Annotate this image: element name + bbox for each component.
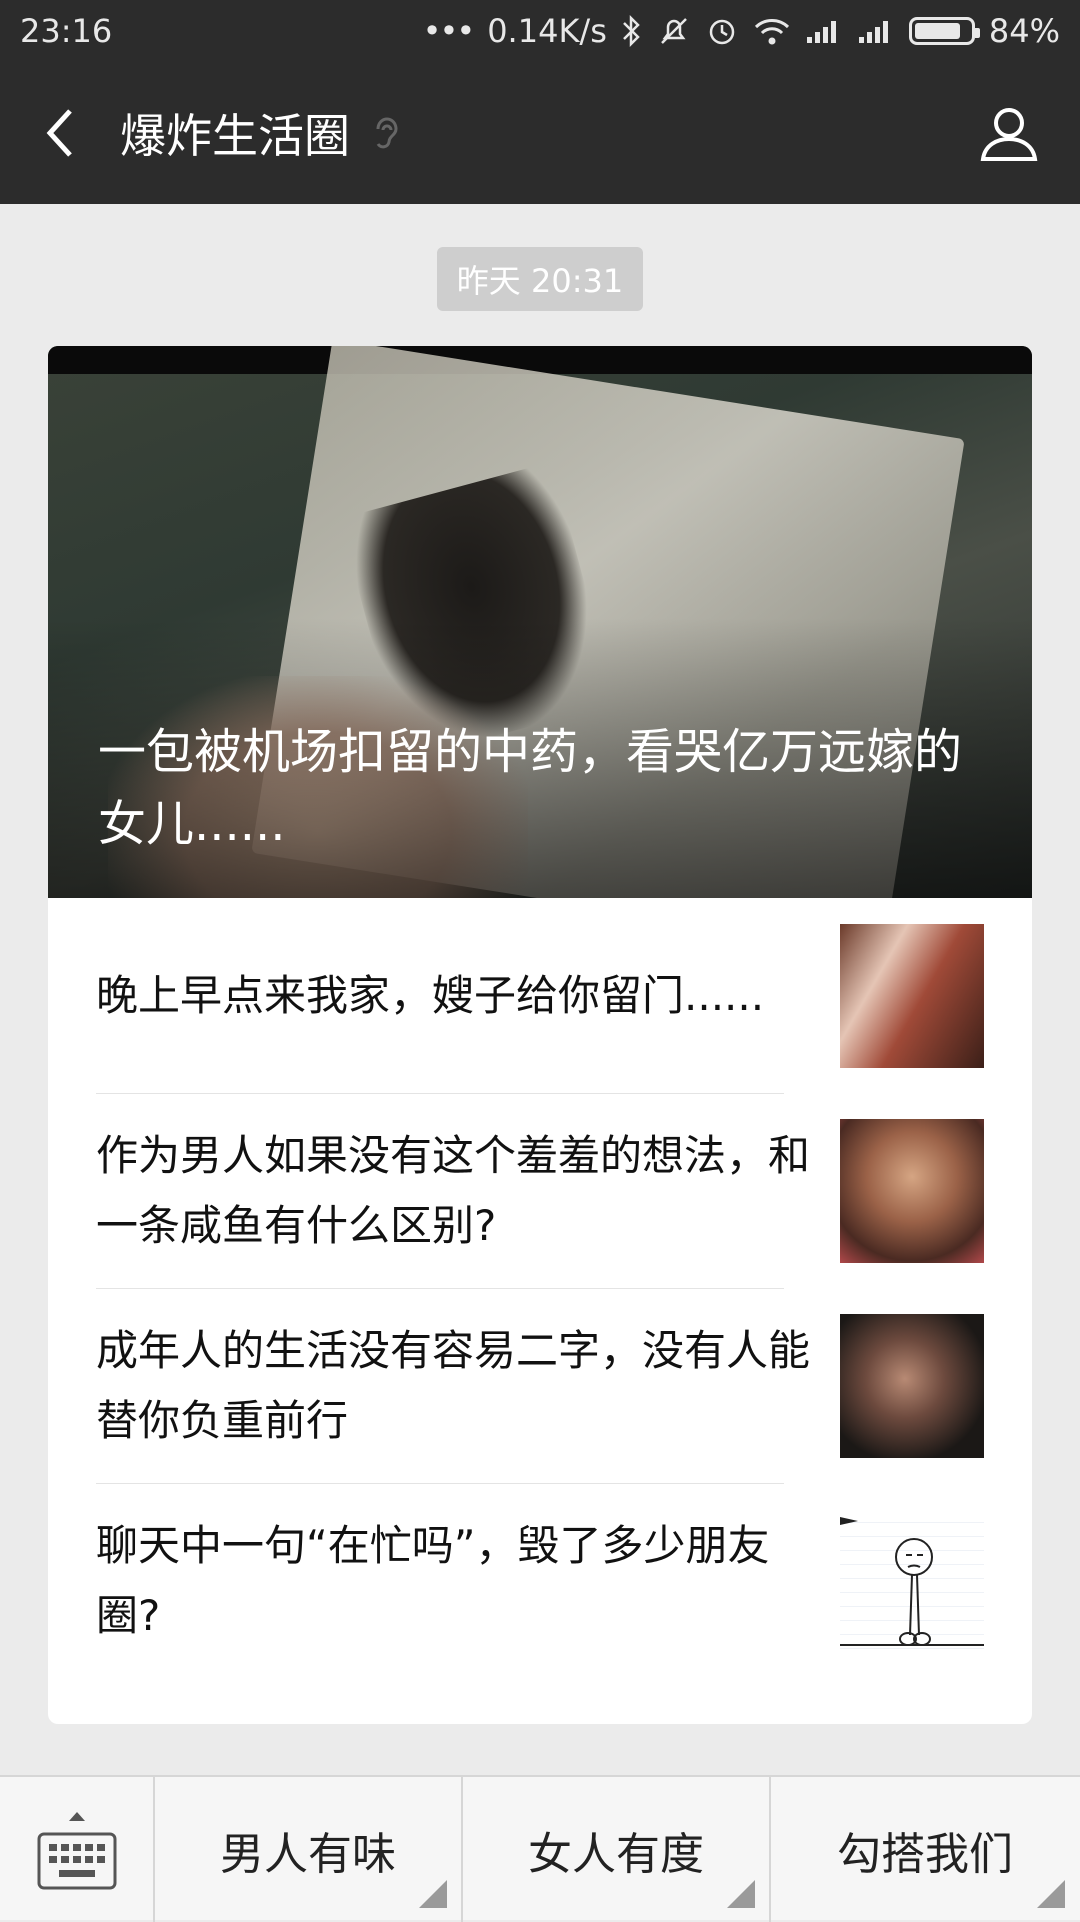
list-item[interactable]: 聊天中一句“在忙吗”，毁了多少朋友圈? [96, 1483, 984, 1678]
menu-button-nanren[interactable]: 男人有味 [155, 1777, 463, 1922]
hero-title: 一包被机场扣留的中药，看哭亿万远嫁的女儿...... [98, 724, 963, 852]
back-button[interactable] [0, 62, 120, 204]
menu-button-label: 勾搭我们 [837, 1828, 1013, 1880]
caret-up-icon [68, 1811, 85, 1821]
list-item[interactable]: 作为男人如果没有这个羞羞的想法，和一条咸鱼有什么区别? [96, 1093, 984, 1288]
alarm-icon [705, 11, 739, 51]
submenu-indicator-icon [727, 1880, 755, 1908]
mute-icon [657, 11, 691, 51]
message-timestamp: 昨天 20:31 [437, 247, 643, 311]
network-speed: 0.14K/s [487, 12, 607, 50]
article-card: 一包被机场扣留的中药，看哭亿万远嫁的女儿...... 晚上早点来我家，嫂子给你留… [48, 346, 1032, 1724]
bluetooth-icon [621, 11, 643, 51]
list-item-thumbnail [840, 923, 984, 1068]
signal-icon [857, 11, 895, 51]
battery-icon [908, 11, 980, 51]
keyboard-toggle-button[interactable] [0, 1777, 155, 1922]
menu-button-nvren[interactable]: 女人有度 [463, 1777, 771, 1922]
battery-percent: 84% [988, 12, 1060, 50]
status-icons: ••• 0.14K/s 84% [423, 11, 1060, 51]
nav-bar: 爆炸生活圈 [0, 62, 1080, 204]
more-dots: ••• [422, 12, 476, 50]
status-time: 23:16 [20, 12, 113, 50]
list-item-thumbnail [840, 1118, 984, 1263]
person-icon [980, 108, 1038, 161]
page-title: 爆炸生活圈 [120, 109, 350, 163]
chevron-left-icon [46, 109, 72, 157]
bottom-menu-bar: 男人有味 女人有度 勾搭我们 [0, 1775, 1080, 1922]
menu-button-label: 女人有度 [528, 1828, 704, 1880]
status-bar: 23:16 ••• 0.14K/s 84% [0, 0, 1080, 62]
menu-button-label: 男人有味 [220, 1828, 396, 1880]
hero-article[interactable]: 一包被机场扣留的中药，看哭亿万远嫁的女儿...... [48, 346, 1032, 898]
list-item-title: 作为男人如果没有这个羞羞的想法，和一条咸鱼有什么区别? [96, 1130, 811, 1250]
wifi-icon [753, 11, 791, 51]
article-list: 晚上早点来我家，嫂子给你留门...... 作为男人如果没有这个羞羞的想法，和一条… [48, 898, 1032, 1678]
list-item-title: 成年人的生活没有容易二字，没有人能替你负重前行 [96, 1325, 811, 1445]
battery-level [914, 23, 961, 39]
list-item-thumbnail [840, 1508, 984, 1653]
stick-figure-illustration [840, 1516, 984, 1646]
list-item-thumbnail [840, 1313, 984, 1458]
menu-button-goudawomen[interactable]: 勾搭我们 [771, 1777, 1079, 1922]
list-item-title: 聊天中一句“在忙吗”，毁了多少朋友圈? [96, 1520, 770, 1640]
list-item[interactable]: 晚上早点来我家，嫂子给你留门...... [96, 898, 984, 1093]
keyboard-icon [37, 1832, 116, 1889]
submenu-indicator-icon [419, 1880, 447, 1908]
hero-image-top [48, 346, 1032, 374]
profile-button[interactable] [966, 90, 1052, 176]
ear-icon [370, 113, 400, 153]
list-item[interactable]: 成年人的生活没有容易二字，没有人能替你负重前行 [96, 1288, 984, 1483]
signal-icon [805, 11, 843, 51]
list-item-title: 晚上早点来我家，嫂子给你留门...... [96, 970, 765, 1020]
submenu-indicator-icon [1037, 1880, 1065, 1908]
